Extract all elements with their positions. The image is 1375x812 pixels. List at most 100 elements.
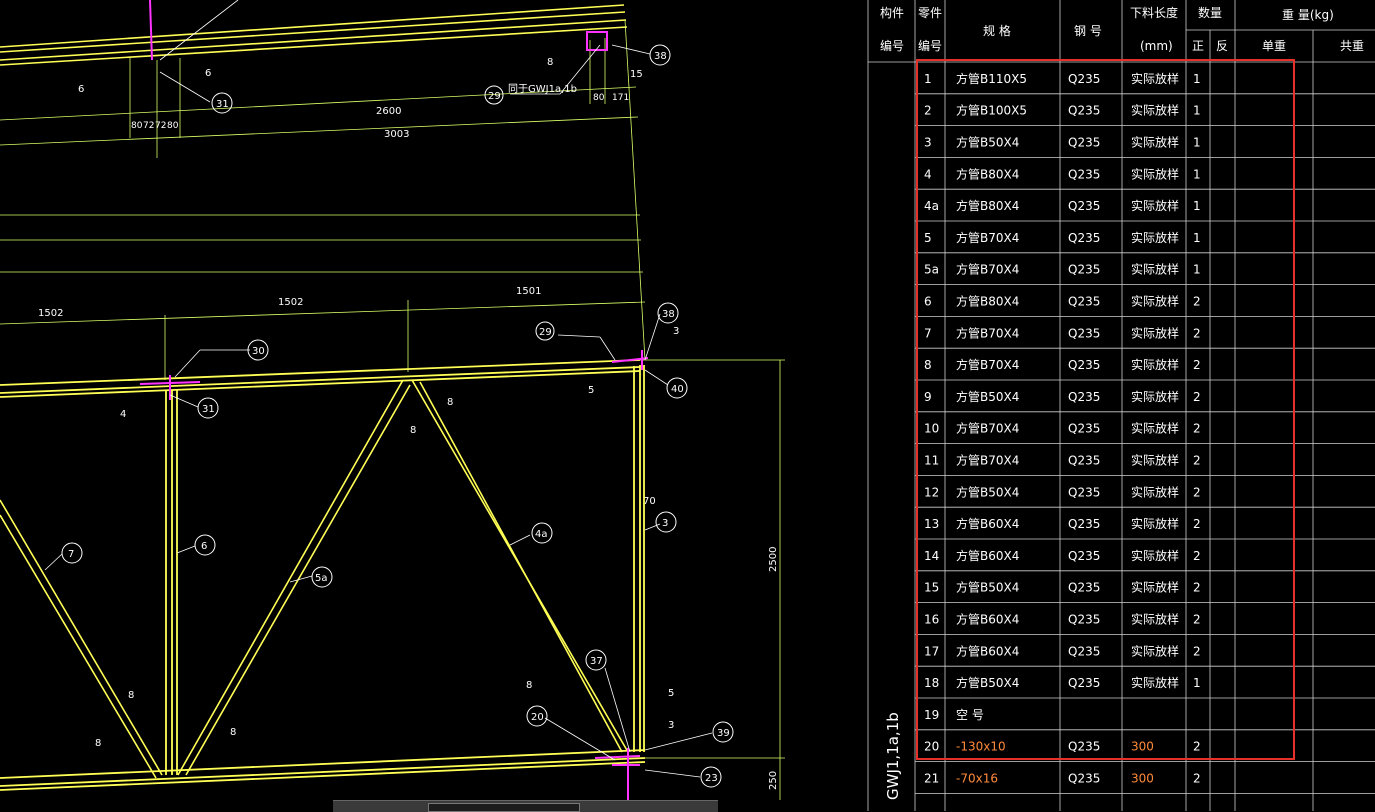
table-row: 2 方管B100X5 Q235 实际放样 1 [924, 103, 1201, 118]
table-row: 17 方管B60X4 Q235 实际放样 2 [924, 643, 1201, 658]
cell-length: 实际放样 [1131, 580, 1179, 595]
callout-31: 31 [202, 404, 215, 415]
cell-part-no: 21 [924, 772, 939, 786]
dimension-80-a: 80 [131, 121, 143, 131]
cell-spec: 方管B80X4 [956, 166, 1019, 181]
cad-drawing-canvas[interactable]: 2600 3003 1502 1502 1501 2500 250 70 15 … [0, 0, 1375, 811]
callout-4a: 4a [535, 529, 548, 540]
cell-length: 实际放样 [1131, 230, 1179, 245]
cell-spec: 方管B70X4 [956, 453, 1019, 468]
callout-29: 29 [539, 327, 552, 338]
cell-qty: 2 [1193, 358, 1201, 372]
cell-part-no: 2 [924, 104, 932, 118]
cell-length: 实际放样 [1131, 357, 1179, 372]
table-row: 5a 方管B70X4 Q235 实际放样 1 [924, 262, 1201, 277]
callout-37: 37 [590, 656, 603, 667]
table-row: 12 方管B50X4 Q235 实际放样 2 [924, 484, 1201, 499]
cell-length: 实际放样 [1131, 612, 1179, 627]
dimension-15: 15 [630, 69, 643, 80]
table-row: 4a 方管B80X4 Q235 实际放样 1 [924, 198, 1201, 213]
weld-mark: 8 [410, 425, 416, 436]
cell-qty: 2 [1193, 772, 1201, 786]
cell-part-no: 4 [924, 167, 932, 181]
callout-20: 20 [531, 712, 544, 723]
cell-steel: Q235 [1068, 104, 1100, 118]
cell-spec: 方管B70X4 [956, 230, 1019, 245]
cell-steel: Q235 [1068, 390, 1100, 404]
dimension-70: 70 [643, 496, 656, 507]
dimension-171: 171 [612, 93, 629, 103]
cell-length: 实际放样 [1131, 262, 1179, 277]
header-part-no-1: 零件 [918, 6, 942, 20]
table-row: 10 方管B70X4 Q235 实际放样 2 [924, 421, 1201, 436]
cell-part-no: 6 [924, 295, 932, 309]
cell-qty: 1 [1193, 231, 1201, 245]
cell-length: 实际放样 [1131, 198, 1179, 213]
cell-spec: 方管B70X4 [956, 357, 1019, 372]
weld-mark: 4 [120, 409, 126, 420]
header-weight: 重 量(kg) [1282, 8, 1334, 22]
cell-qty: 1 [1193, 72, 1201, 86]
cell-part-no: 4a [924, 199, 939, 213]
cell-qty: 2 [1193, 326, 1201, 340]
weld-mark: 6 [205, 68, 211, 79]
cell-spec: 方管B50X4 [956, 389, 1019, 404]
table-row: 19 空 号 [924, 708, 984, 722]
table-row: 3 方管B50X4 Q235 实际放样 1 [924, 135, 1201, 150]
cell-steel: Q235 [1068, 199, 1100, 213]
cell-qty: 1 [1193, 263, 1201, 277]
table-row: 6 方管B80X4 Q235 实际放样 2 [924, 294, 1201, 309]
cell-steel: Q235 [1068, 72, 1100, 86]
cell-spec: 方管B60X4 [956, 612, 1019, 627]
cell-length: 300 [1131, 740, 1154, 754]
cell-steel: Q235 [1068, 517, 1100, 531]
dimension-250: 250 [768, 771, 779, 790]
cell-spec: 方管B60X4 [956, 548, 1019, 563]
header-quantity: 数量 [1198, 5, 1222, 20]
table-row: 13 方管B60X4 Q235 实际放样 2 [924, 516, 1201, 531]
truss-elevation-drawing: 2600 3003 1502 1502 1501 2500 250 70 15 … [0, 0, 785, 800]
callout-39: 39 [717, 728, 730, 739]
cell-part-no: 7 [924, 326, 932, 340]
dimension-72-a: 72 [143, 121, 154, 131]
weld-mark: 8 [128, 690, 134, 701]
callout-23: 23 [705, 773, 718, 784]
cell-qty: 2 [1193, 549, 1201, 563]
header-cut-length-unit: (mm) [1140, 39, 1173, 53]
cell-steel: Q235 [1068, 581, 1100, 595]
table-row: 1 方管B110X5 Q235 实际放样 1 [924, 71, 1201, 86]
bottom-chord [0, 749, 646, 791]
cell-part-no: 10 [924, 422, 939, 436]
cell-part-no: 13 [924, 517, 939, 531]
cell-steel: Q235 [1068, 295, 1100, 309]
floating-toolbar[interactable] [333, 800, 718, 812]
cell-part-no: 5 [924, 231, 932, 245]
cell-steel: Q235 [1068, 326, 1100, 340]
cell-spec: 方管B70X4 [956, 325, 1019, 340]
cell-length: 实际放样 [1131, 484, 1179, 499]
cell-length: 实际放样 [1131, 516, 1179, 531]
cell-length: 实际放样 [1131, 71, 1179, 86]
dimension-80-b: 80 [167, 121, 179, 131]
dimension-1502-a: 1502 [38, 308, 63, 319]
cell-steel: Q235 [1068, 422, 1100, 436]
cell-part-no: 19 [924, 708, 939, 722]
cell-spec: 方管B50X4 [956, 484, 1019, 499]
cell-spec: 方管B50X4 [956, 580, 1019, 595]
table-row: 18 方管B50X4 Q235 实际放样 1 [924, 675, 1201, 690]
cell-part-no: 5a [924, 263, 939, 277]
header-part-no-2: 编号 [918, 38, 942, 53]
cell-qty: 2 [1193, 454, 1201, 468]
table-row: 16 方管B60X4 Q235 实际放样 2 [924, 612, 1201, 627]
header-cut-length: 下料长度 [1130, 5, 1178, 20]
header-steel: 钢 号 [1074, 24, 1102, 38]
table-row: 11 方管B70X4 Q235 实际放样 2 [924, 453, 1201, 468]
cell-spec: 空 号 [956, 708, 984, 722]
header-qty-front: 正 [1192, 39, 1204, 53]
cell-qty: 2 [1193, 295, 1201, 309]
cell-qty: 2 [1193, 581, 1201, 595]
cell-spec: 方管B60X4 [956, 516, 1019, 531]
end-post [633, 365, 645, 752]
weld-symbols: 6 8 4 8 8 5 3 8 8 8 8 5 3 6 [78, 57, 679, 749]
cell-part-no: 15 [924, 581, 939, 595]
